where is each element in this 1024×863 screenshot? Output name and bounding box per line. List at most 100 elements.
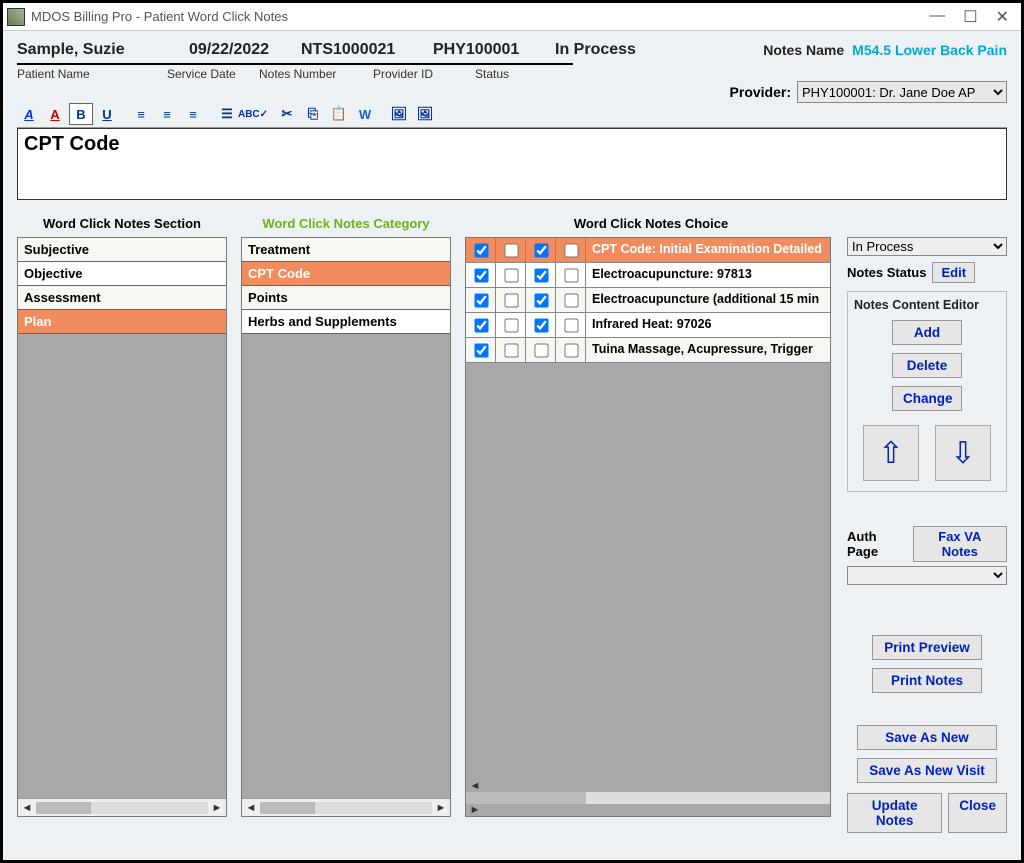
- notes-status-label: Notes Status: [847, 265, 926, 280]
- choice-checkbox[interactable]: [564, 293, 578, 307]
- minimize-icon[interactable]: —: [929, 7, 945, 27]
- move-up-button[interactable]: ⇧: [863, 425, 919, 481]
- patient-name-label: Patient Name: [17, 67, 167, 81]
- close-button[interactable]: Close: [948, 793, 1007, 833]
- notes-number: NTS1000021: [301, 41, 411, 59]
- print-notes-button[interactable]: Print Notes: [872, 668, 982, 693]
- choice-checkbox[interactable]: [534, 318, 548, 332]
- status-value: In Process: [555, 41, 636, 59]
- notes-number-label: Notes Number: [259, 67, 373, 81]
- choice-checkbox[interactable]: [474, 343, 488, 357]
- choice-label: CPT Code: Initial Examination Detailed: [586, 238, 830, 262]
- notes-status-select[interactable]: In Process: [847, 237, 1007, 256]
- font-style-icon[interactable]: A: [17, 103, 41, 125]
- maximize-icon[interactable]: ☐: [963, 7, 977, 27]
- save-as-new-visit-button[interactable]: Save As New Visit: [857, 758, 997, 783]
- choice-row[interactable]: Infrared Heat: 97026: [466, 313, 830, 338]
- category-header: Word Click Notes Category: [241, 216, 451, 231]
- choice-checkbox[interactable]: [504, 243, 518, 257]
- choice-label: Electroacupuncture (additional 15 min: [586, 288, 830, 312]
- delete-button[interactable]: Delete: [892, 353, 962, 378]
- status-label: Status: [475, 67, 509, 81]
- spellcheck-icon[interactable]: ABC✓: [241, 103, 265, 125]
- fax-va-notes-button[interactable]: Fax VA Notes: [913, 526, 1007, 562]
- choice-checkbox[interactable]: [564, 343, 578, 357]
- edit-button[interactable]: Edit: [932, 262, 975, 283]
- notes-content-editor-group: Notes Content Editor Add Delete Change ⇧…: [847, 291, 1007, 492]
- align-left-icon[interactable]: ≡: [129, 103, 153, 125]
- choice-header: Word Click Notes Choice: [465, 216, 837, 231]
- align-center-icon[interactable]: ≡: [155, 103, 179, 125]
- choice-checkbox[interactable]: [534, 243, 548, 257]
- category-item[interactable]: Points: [242, 286, 450, 310]
- copy-icon[interactable]: ⎘: [301, 103, 325, 125]
- window-title: MDOS Billing Pro - Patient Word Click No…: [31, 9, 929, 24]
- add-button[interactable]: Add: [892, 320, 962, 345]
- image2-icon[interactable]: 🖼: [413, 103, 437, 125]
- choice-checkbox[interactable]: [534, 268, 548, 282]
- close-icon[interactable]: ✕: [996, 7, 1009, 27]
- service-date: 09/22/2022: [189, 41, 279, 59]
- image1-icon[interactable]: 🖼: [387, 103, 411, 125]
- choice-checkbox[interactable]: [504, 343, 518, 357]
- provider-label: Provider:: [730, 84, 791, 100]
- choice-checkbox[interactable]: [504, 318, 518, 332]
- choice-label: Electroacupuncture: 97813: [586, 263, 830, 287]
- section-header: Word Click Notes Section: [17, 216, 227, 231]
- section-item[interactable]: Objective: [18, 262, 226, 286]
- choice-scrollbar[interactable]: ◄►: [466, 780, 830, 816]
- notes-name-label: Notes Name: [763, 42, 844, 58]
- choice-checkbox[interactable]: [504, 293, 518, 307]
- paste-icon[interactable]: 📋: [327, 103, 351, 125]
- move-down-button[interactable]: ⇩: [935, 425, 991, 481]
- choice-label: Tuina Massage, Acupressure, Trigger: [586, 338, 830, 362]
- section-list[interactable]: SubjectiveObjectiveAssessmentPlan ◄►: [17, 237, 227, 817]
- choice-checkbox[interactable]: [564, 268, 578, 282]
- service-date-label: Service Date: [167, 67, 259, 81]
- bullet-list-icon[interactable]: ☰: [215, 103, 239, 125]
- choice-row[interactable]: Electroacupuncture (additional 15 min: [466, 288, 830, 313]
- provider-id-label: Provider ID: [373, 67, 475, 81]
- change-button[interactable]: Change: [892, 386, 962, 411]
- word-icon[interactable]: W: [353, 103, 377, 125]
- editor-toolbar: A A B U ≡ ≡ ≡ ☰ ABC✓ ✂ ⎘ 📋 W 🖼 🖼: [17, 103, 1007, 128]
- content-editor-label: Notes Content Editor: [854, 298, 979, 312]
- section-item[interactable]: Plan: [18, 310, 226, 334]
- choice-row[interactable]: CPT Code: Initial Examination Detailed: [466, 238, 830, 263]
- category-item[interactable]: Herbs and Supplements: [242, 310, 450, 334]
- category-scrollbar[interactable]: ◄►: [242, 798, 450, 816]
- choice-checkbox[interactable]: [504, 268, 518, 282]
- category-list[interactable]: TreatmentCPT CodePointsHerbs and Supplem…: [241, 237, 451, 817]
- underline-icon[interactable]: U: [95, 103, 119, 125]
- section-item[interactable]: Subjective: [18, 238, 226, 262]
- choice-checkbox[interactable]: [534, 293, 548, 307]
- choice-row[interactable]: Electroacupuncture: 97813: [466, 263, 830, 288]
- section-scrollbar[interactable]: ◄►: [18, 798, 226, 816]
- choice-checkbox[interactable]: [474, 318, 488, 332]
- choice-checkbox[interactable]: [564, 243, 578, 257]
- auth-page-select[interactable]: [847, 566, 1007, 585]
- notes-name-value: M54.5 Lower Back Pain: [852, 42, 1007, 58]
- choice-checkbox[interactable]: [474, 293, 488, 307]
- save-as-new-button[interactable]: Save As New: [857, 725, 997, 750]
- app-icon: [7, 8, 25, 26]
- choice-checkbox[interactable]: [474, 268, 488, 282]
- category-item[interactable]: Treatment: [242, 238, 450, 262]
- category-item[interactable]: CPT Code: [242, 262, 450, 286]
- editor-textarea[interactable]: CPT Code: [17, 128, 1007, 200]
- choice-label: Infrared Heat: 97026: [586, 313, 830, 337]
- choice-checkbox[interactable]: [534, 343, 548, 357]
- font-color-icon[interactable]: A: [43, 103, 67, 125]
- choice-checkbox[interactable]: [564, 318, 578, 332]
- bold-icon[interactable]: B: [69, 103, 93, 125]
- align-right-icon[interactable]: ≡: [181, 103, 205, 125]
- auth-page-label: Auth Page: [847, 529, 907, 559]
- choice-row[interactable]: Tuina Massage, Acupressure, Trigger: [466, 338, 830, 363]
- section-item[interactable]: Assessment: [18, 286, 226, 310]
- choice-list[interactable]: CPT Code: Initial Examination DetailedEl…: [465, 237, 831, 817]
- cut-icon[interactable]: ✂: [275, 103, 299, 125]
- provider-select[interactable]: PHY100001: Dr. Jane Doe AP: [797, 81, 1007, 103]
- print-preview-button[interactable]: Print Preview: [872, 635, 982, 660]
- update-notes-button[interactable]: Update Notes: [847, 793, 942, 833]
- choice-checkbox[interactable]: [474, 243, 488, 257]
